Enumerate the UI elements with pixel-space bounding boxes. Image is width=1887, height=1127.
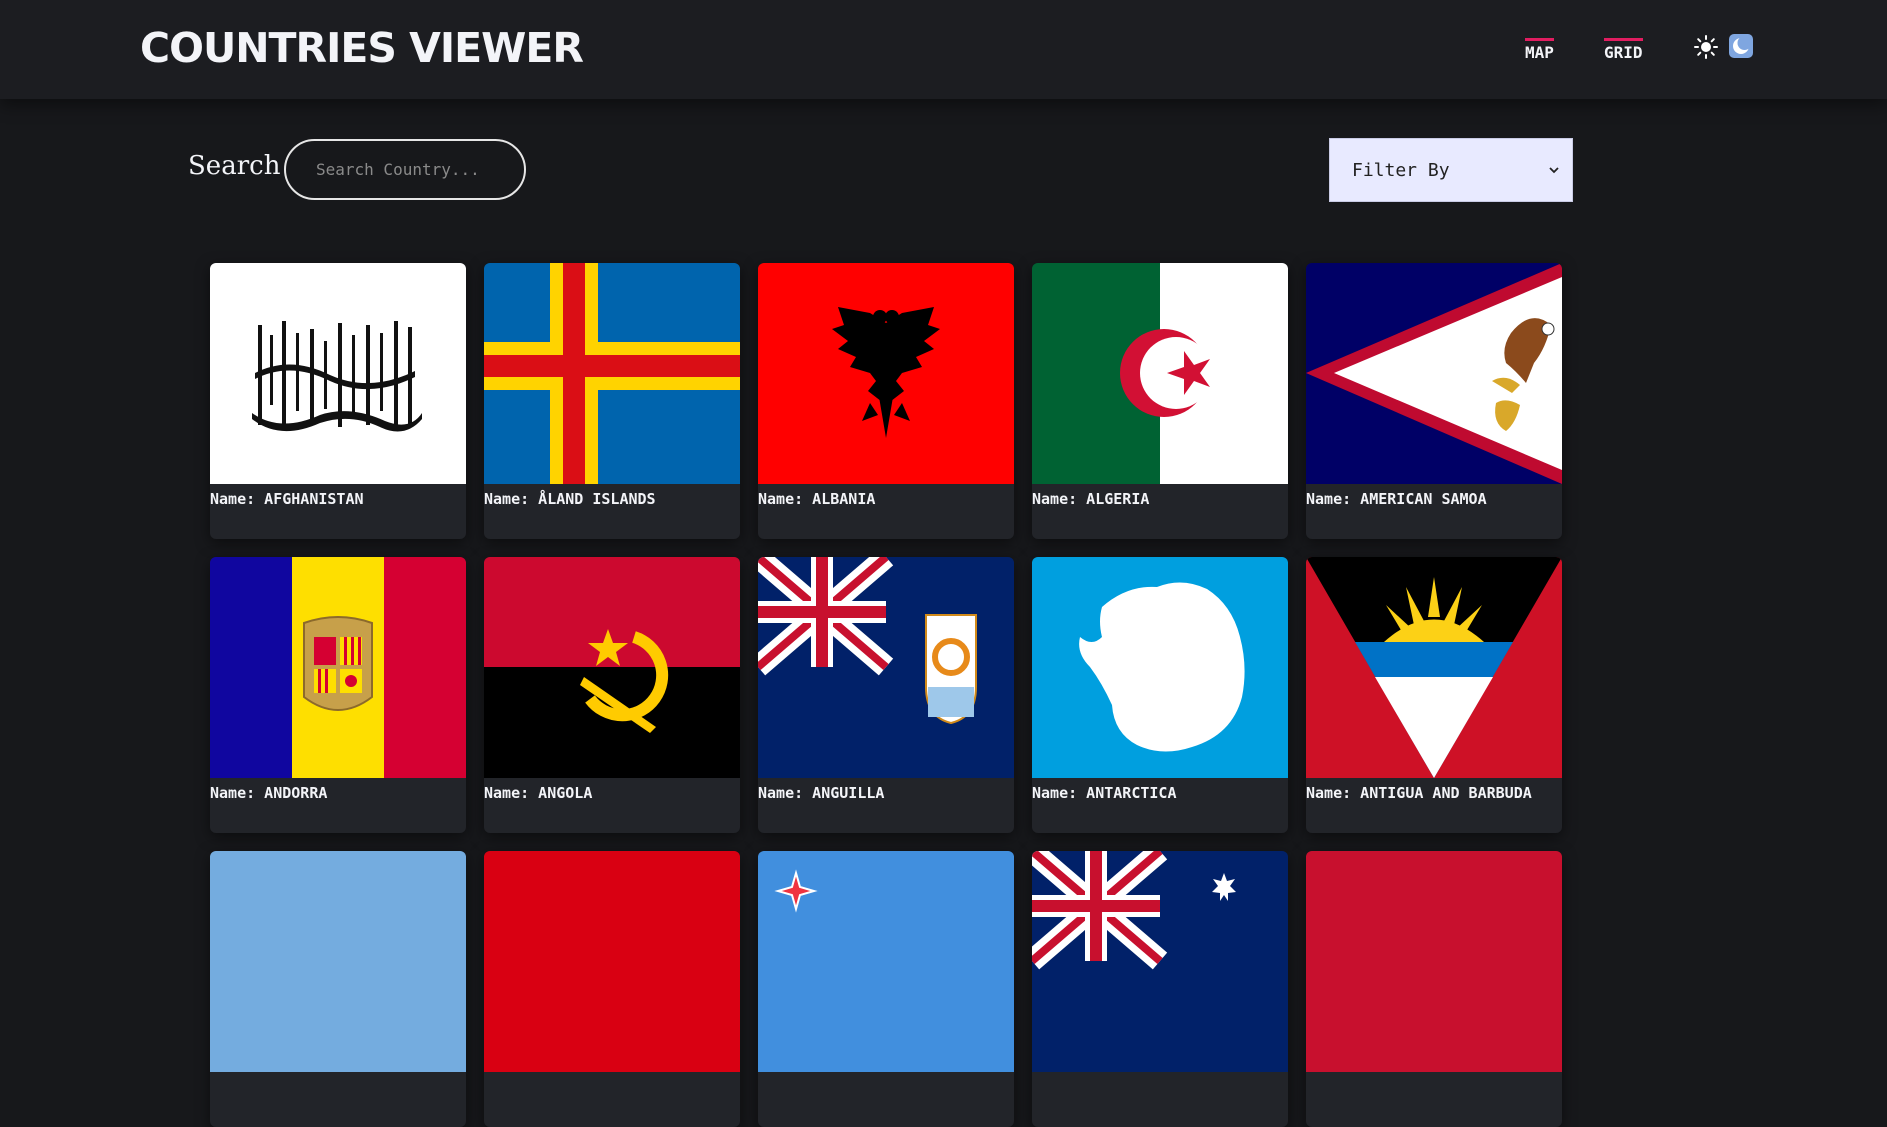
flag-algeria xyxy=(1032,263,1288,484)
search-label: Search xyxy=(188,151,281,181)
country-name: Name: ÅLAND ISLANDS xyxy=(484,490,656,508)
country-name xyxy=(758,1072,1014,1078)
nav-grid-link[interactable]: GRID xyxy=(1604,38,1643,62)
flag-angola xyxy=(484,557,740,778)
flag-afghanistan xyxy=(210,263,466,484)
sun-icon[interactable] xyxy=(1694,35,1718,59)
country-name xyxy=(484,1072,740,1078)
flag-andorra xyxy=(210,557,466,778)
search-input[interactable] xyxy=(284,139,526,200)
flag-partial xyxy=(758,851,1014,1072)
country-card[interactable]: Name: AFGHANISTAN xyxy=(210,263,466,539)
flag-partial xyxy=(1306,851,1562,1072)
flag-aland xyxy=(484,263,740,484)
country-name xyxy=(1306,1072,1562,1078)
moon-icon[interactable] xyxy=(1729,34,1753,58)
flag-partial xyxy=(210,851,466,1072)
country-name: Name: ANGOLA xyxy=(484,784,593,802)
country-name: Name: ALBANIA xyxy=(758,490,876,508)
flag-american-samoa xyxy=(1306,263,1562,484)
countries-grid: Name: AFGHANISTAN Name: ÅLAND ISLANDS Na… xyxy=(210,263,1562,1127)
nav-map-link[interactable]: MAP xyxy=(1525,38,1554,62)
country-name: Name: ANTARCTICA xyxy=(1032,784,1177,802)
country-card[interactable]: Name: ANGUILLA xyxy=(758,557,1014,833)
country-card[interactable] xyxy=(210,851,466,1127)
country-name: Name: AMERICAN SAMOA xyxy=(1306,490,1487,508)
country-name: Name: AFGHANISTAN xyxy=(210,490,364,508)
country-card[interactable] xyxy=(758,851,1014,1127)
country-card[interactable]: Name: ALBANIA xyxy=(758,263,1014,539)
country-name xyxy=(210,1072,466,1078)
top-header: COUNTRIES VIEWER MAP GRID xyxy=(0,0,1887,99)
country-name: Name: ANGUILLA xyxy=(758,784,885,802)
country-name: Name: ANDORRA xyxy=(210,784,328,802)
filter-select[interactable]: Filter By xyxy=(1329,138,1573,202)
flag-antarctica xyxy=(1032,557,1288,778)
filter-selected-value: Filter By xyxy=(1352,159,1450,181)
country-card[interactable]: Name: ANDORRA xyxy=(210,557,466,833)
country-name: Name: ANTIGUA AND BARBUDA xyxy=(1306,784,1532,802)
country-card[interactable]: Name: AMERICAN SAMOA xyxy=(1306,263,1562,539)
country-card[interactable]: Name: ÅLAND ISLANDS xyxy=(484,263,740,539)
country-name: Name: ALGERIA xyxy=(1032,490,1150,508)
flag-anguilla xyxy=(758,557,1014,778)
flag-antigua-and-barbuda xyxy=(1306,557,1562,778)
country-card[interactable] xyxy=(1306,851,1562,1127)
country-name xyxy=(1032,1072,1288,1078)
country-card[interactable]: Name: ALGERIA xyxy=(1032,263,1288,539)
flag-albania xyxy=(758,263,1014,484)
chevron-down-icon xyxy=(1549,167,1559,174)
country-card[interactable] xyxy=(1032,851,1288,1127)
flag-partial xyxy=(1032,851,1288,1072)
flag-partial xyxy=(484,851,740,1072)
country-card[interactable]: Name: ANGOLA xyxy=(484,557,740,833)
country-card[interactable] xyxy=(484,851,740,1127)
app-title: COUNTRIES VIEWER xyxy=(140,24,584,72)
country-card[interactable]: Name: ANTIGUA AND BARBUDA xyxy=(1306,557,1562,833)
country-card[interactable]: Name: ANTARCTICA xyxy=(1032,557,1288,833)
